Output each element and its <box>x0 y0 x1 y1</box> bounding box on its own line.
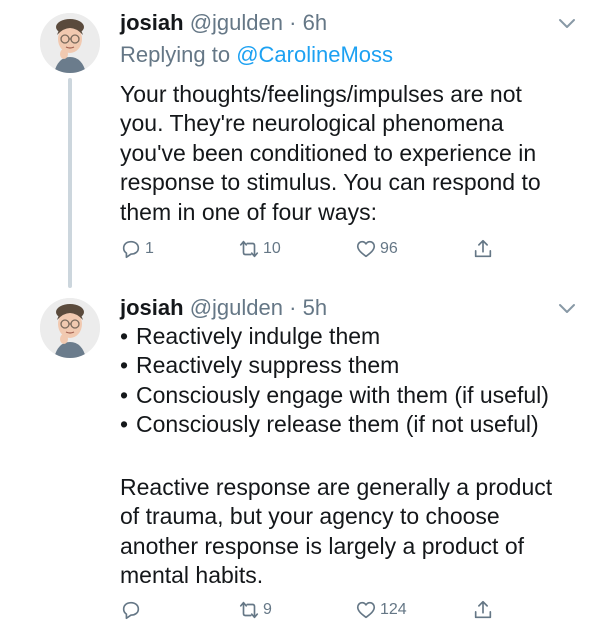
retweet-icon <box>239 601 259 619</box>
retweet-count: 9 <box>263 601 272 618</box>
avatar[interactable] <box>40 13 100 73</box>
heart-icon <box>356 240 376 258</box>
memoji-avatar-icon <box>40 13 100 73</box>
list-item: • Reactively suppress them <box>120 351 590 380</box>
like-count: 96 <box>380 240 398 257</box>
list-item-text: Consciously release them (if not useful) <box>136 411 539 438</box>
tweet-actions: 9 124 <box>0 596 597 624</box>
separator: · <box>289 10 297 35</box>
list-item: • Reactively indulge them <box>120 322 590 351</box>
display-name[interactable]: josiah <box>120 10 184 35</box>
list-item: • Consciously engage with them (if useful… <box>120 381 590 410</box>
reply-icon <box>122 601 140 620</box>
retweet-button[interactable]: 9 <box>238 596 272 624</box>
reply-count: 1 <box>145 240 154 257</box>
reply-icon <box>122 240 140 259</box>
list-item-text: Consciously engage with them (if useful) <box>136 381 549 408</box>
share-button[interactable] <box>472 596 494 624</box>
display-name[interactable]: josiah <box>120 295 184 320</box>
chevron-down-icon[interactable] <box>556 12 578 34</box>
tweet[interactable]: josiah @jgulden · 6h Replying to @Caroli… <box>0 0 597 288</box>
handle[interactable]: @jgulden <box>190 10 283 35</box>
retweet-count: 10 <box>263 240 281 257</box>
tweet[interactable]: josiah @jgulden · 5h • Reactively indulge… <box>0 285 597 640</box>
bullet: • <box>120 381 129 408</box>
like-button[interactable]: 96 <box>355 235 398 263</box>
bullet: • <box>120 411 129 438</box>
bullet-list: • Reactively indulge them • Reactively sup… <box>120 322 590 440</box>
avatar[interactable] <box>40 298 100 358</box>
reply-button[interactable] <box>120 596 142 624</box>
tweet-actions: 1 10 96 <box>0 235 597 263</box>
share-icon <box>474 239 492 258</box>
like-button[interactable]: 124 <box>355 596 407 624</box>
share-icon <box>474 600 492 619</box>
heart-icon <box>356 601 376 619</box>
retweet-button[interactable]: 10 <box>238 235 281 263</box>
memoji-avatar-icon <box>40 298 100 358</box>
list-item: • Consciously release them (if not useful… <box>120 410 590 439</box>
separator: · <box>289 295 297 320</box>
list-item-text: Reactively suppress them <box>136 352 400 379</box>
retweet-icon <box>239 240 259 258</box>
chevron-down-icon[interactable] <box>556 297 578 319</box>
handle[interactable]: @jgulden <box>190 295 283 320</box>
bullet: • <box>120 323 129 349</box>
mention-link[interactable]: @CarolineMoss <box>236 42 393 67</box>
replying-to: Replying to @CarolineMoss <box>120 40 393 70</box>
bullet: • <box>120 352 129 379</box>
timestamp[interactable]: 6h <box>303 10 327 35</box>
reply-button[interactable]: 1 <box>120 235 154 263</box>
replying-to-label: Replying to <box>120 42 237 67</box>
tweet-header: josiah @jgulden · 5h <box>120 293 327 323</box>
list-item-text: Reactively indulge them <box>136 323 381 349</box>
tweet-text: Your thoughts/feelings/impulses are not … <box>120 81 541 225</box>
like-count: 124 <box>380 601 407 618</box>
tweet-text: Reactive response are generally a produc… <box>120 474 553 589</box>
timestamp[interactable]: 5h <box>303 295 327 320</box>
share-button[interactable] <box>472 235 494 263</box>
tweet-header: josiah @jgulden · 6h <box>120 8 327 38</box>
